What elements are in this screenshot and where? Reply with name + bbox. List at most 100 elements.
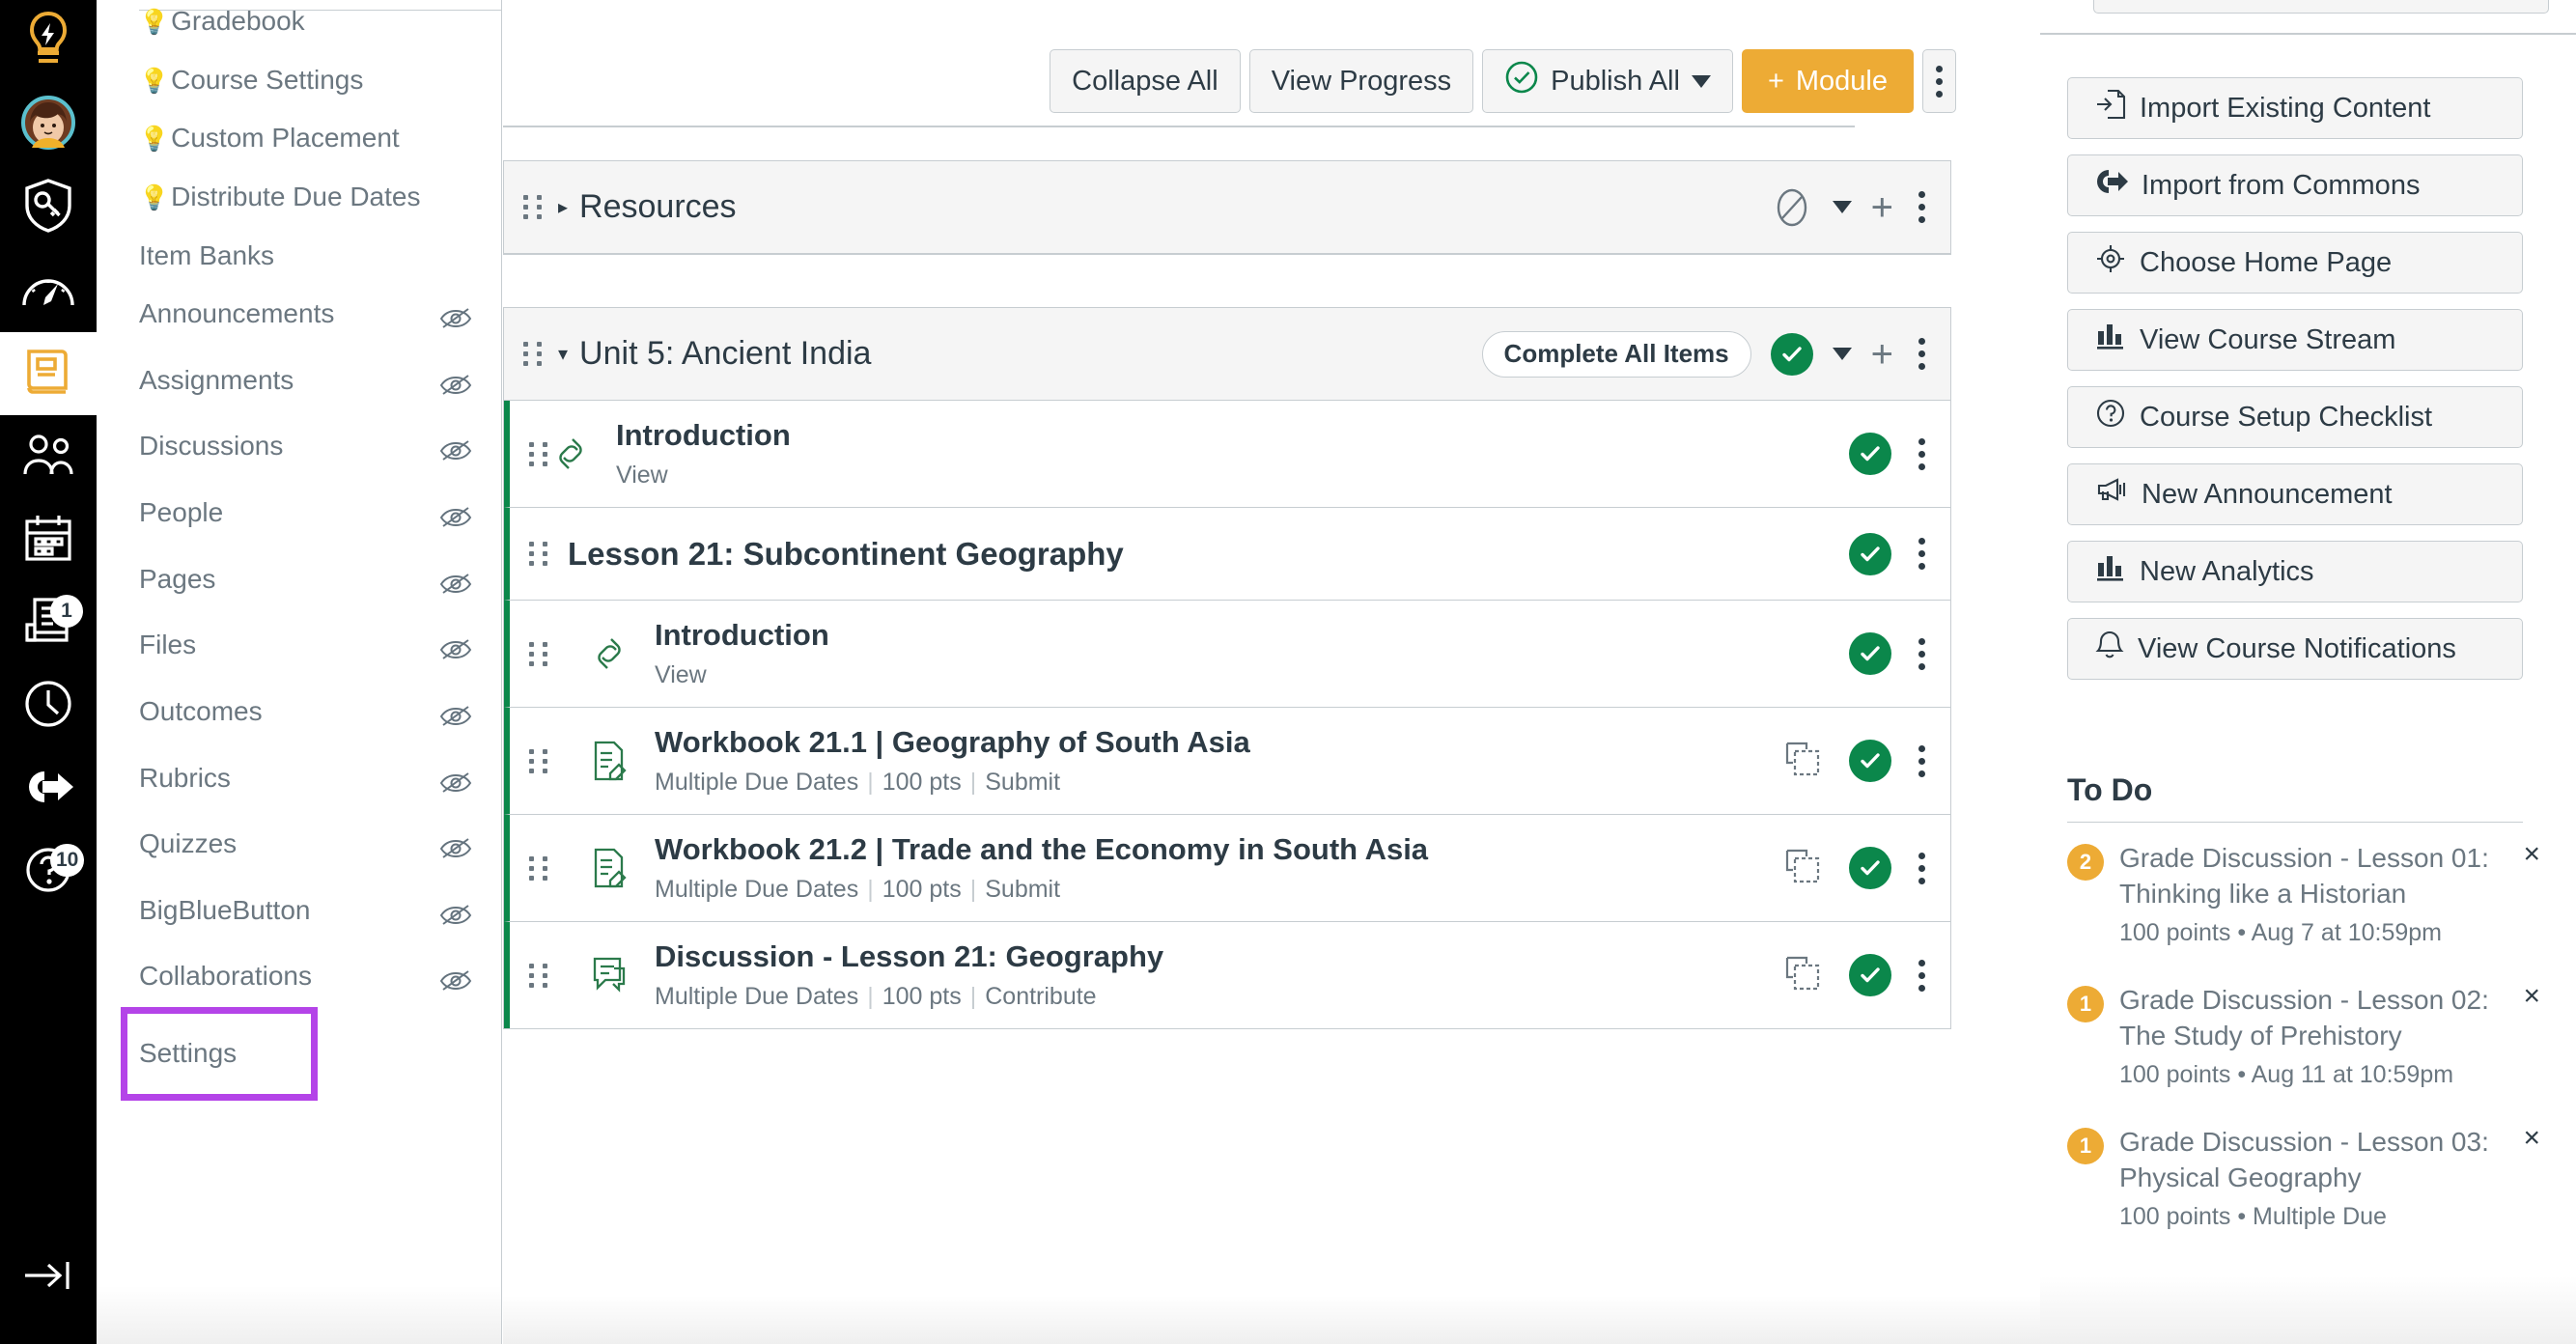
global-nav-item-courses[interactable] xyxy=(0,332,97,415)
view-course-stream-button[interactable]: View Course Stream xyxy=(2067,309,2523,371)
item-kebab-icon[interactable] xyxy=(1918,437,1925,470)
duplicate-icon[interactable] xyxy=(1783,847,1822,890)
duplicate-icon[interactable] xyxy=(1783,954,1822,997)
item-kebab-icon[interactable] xyxy=(1918,959,1925,992)
chevron-down-icon[interactable] xyxy=(1832,348,1852,360)
course-nav-item-outcomes[interactable]: Outcomes xyxy=(97,683,501,749)
duplicate-icon[interactable] xyxy=(1783,740,1822,783)
sidebar-button-partial[interactable] xyxy=(2093,0,2549,14)
course-nav-item-pages[interactable]: Pages xyxy=(97,550,501,617)
module-header[interactable]: ▸ Resources + xyxy=(504,161,1950,254)
module-item-row[interactable]: Discussion - Lesson 21: Geography Multip… xyxy=(504,922,1950,1028)
course-nav-item-quizzes[interactable]: Quizzes xyxy=(97,815,501,882)
publish-check-icon[interactable] xyxy=(1770,332,1813,376)
course-nav-item-discussions[interactable]: Discussions xyxy=(97,417,501,484)
dismiss-todo-icon[interactable]: × xyxy=(2523,840,2540,869)
todo-link[interactable]: Grade Discussion - Lesson 02: The Study … xyxy=(2119,982,2496,1053)
publish-check-icon[interactable] xyxy=(1849,740,1891,782)
course-nav-item-course-settings[interactable]: 💡Course Settings xyxy=(97,51,501,110)
module-kebab-icon[interactable] xyxy=(1918,191,1925,223)
bell-icon xyxy=(2095,630,2124,668)
module-item-title[interactable]: Introduction xyxy=(655,618,829,653)
module-item-title[interactable]: Workbook 21.2 | Trade and the Economy in… xyxy=(655,832,1428,867)
course-nav-item-custom-placement[interactable]: 💡Custom Placement xyxy=(97,109,501,168)
todo-link[interactable]: Grade Discussion - Lesson 01: Thinking l… xyxy=(2119,840,2496,911)
dismiss-todo-icon[interactable]: × xyxy=(2523,1123,2540,1153)
import-existing-content-button[interactable]: Import Existing Content xyxy=(2067,77,2523,139)
minimize-global-nav-button[interactable] xyxy=(0,1244,97,1311)
publish-check-icon[interactable] xyxy=(1849,847,1891,889)
item-kebab-icon[interactable] xyxy=(1918,744,1925,777)
drag-handle-icon[interactable] xyxy=(525,641,550,666)
drag-handle-icon[interactable] xyxy=(519,195,545,219)
course-setup-checklist-button[interactable]: Course Setup Checklist xyxy=(2067,386,2523,448)
dismiss-todo-icon[interactable]: × xyxy=(2523,981,2540,1011)
global-nav-item-groups[interactable] xyxy=(0,415,97,498)
module-kebab-icon[interactable] xyxy=(1918,338,1925,370)
chevron-right-icon[interactable]: ▸ xyxy=(558,195,568,219)
drag-handle-icon[interactable] xyxy=(525,542,550,566)
add-item-plus-icon[interactable]: + xyxy=(1871,335,1893,374)
course-nav-item-distribute-due-dates[interactable]: 💡Distribute Due Dates xyxy=(97,168,501,227)
global-nav-item-help[interactable]: 10 xyxy=(0,830,97,913)
item-kebab-icon[interactable] xyxy=(1918,637,1925,670)
global-nav-item-admin[interactable] xyxy=(0,166,97,249)
modules-options-button[interactable] xyxy=(1922,49,1956,113)
course-nav-item-rubrics[interactable]: Rubrics xyxy=(97,749,501,816)
todo-link[interactable]: Grade Discussion - Lesson 03: Physical G… xyxy=(2119,1124,2496,1195)
module-item-title[interactable]: Introduction xyxy=(616,418,791,453)
module-item-row[interactable]: Introduction View xyxy=(504,401,1950,508)
chevron-down-icon[interactable] xyxy=(1832,201,1852,213)
todo-list-item: 2 Grade Discussion - Lesson 01: Thinking… xyxy=(2067,840,2540,949)
view-progress-button[interactable]: View Progress xyxy=(1248,49,1474,113)
module-item-row[interactable]: Introduction View xyxy=(504,601,1950,708)
drag-handle-icon[interactable] xyxy=(525,855,550,881)
global-nav-item-account[interactable] xyxy=(0,83,97,166)
course-nav-item-files[interactable]: Files xyxy=(97,616,501,683)
global-nav-item-commons[interactable] xyxy=(0,747,97,830)
course-nav-item-assignments[interactable]: Assignments xyxy=(97,351,501,418)
course-nav-item-bigbluebutton[interactable]: BigBlueButton xyxy=(97,882,501,948)
publish-check-icon[interactable] xyxy=(1849,532,1891,575)
module-item-title[interactable]: Workbook 21.1 | Geography of South Asia xyxy=(655,725,1250,760)
drag-handle-icon[interactable] xyxy=(525,748,550,773)
module-item-title[interactable]: Discussion - Lesson 21: Geography xyxy=(655,939,1163,974)
publish-all-button[interactable]: Publish All xyxy=(1482,49,1733,113)
course-nav-item-people[interactable]: People xyxy=(97,484,501,550)
view-course-notifications-button[interactable]: View Course Notifications xyxy=(2067,618,2523,680)
course-nav-item-item-banks[interactable]: Item Banks xyxy=(97,227,501,286)
add-item-plus-icon[interactable]: + xyxy=(1871,188,1893,227)
chevron-down-icon[interactable]: ▾ xyxy=(558,342,568,366)
module-item-row[interactable]: Lesson 21: Subcontinent Geography xyxy=(504,508,1950,601)
global-nav-item-inbox[interactable]: 1 xyxy=(0,581,97,664)
item-kebab-icon[interactable] xyxy=(1918,538,1925,570)
eye-slash-icon xyxy=(439,502,472,540)
shield-key-icon xyxy=(22,178,74,238)
global-nav-item-lightbulb[interactable] xyxy=(0,0,97,83)
collapse-all-button[interactable]: Collapse All xyxy=(1050,49,1241,113)
drag-handle-icon[interactable] xyxy=(525,441,550,466)
global-nav-item-dashboard[interactable] xyxy=(0,249,97,332)
drag-handle-icon[interactable] xyxy=(519,342,545,366)
publish-check-icon[interactable] xyxy=(1849,632,1891,675)
course-nav-item-settings[interactable]: Settings xyxy=(121,1007,318,1101)
import-from-commons-button[interactable]: Import from Commons xyxy=(2067,154,2523,216)
global-nav-item-calendar[interactable] xyxy=(0,498,97,581)
course-nav-list: 💡Gradebook 💡Course Settings 💡Custom Plac… xyxy=(97,0,501,1101)
publish-check-icon[interactable] xyxy=(1849,954,1891,996)
course-nav-item-gradebook[interactable]: 💡Gradebook xyxy=(97,0,501,51)
choose-home-page-button[interactable]: Choose Home Page xyxy=(2067,232,2523,294)
item-kebab-icon[interactable] xyxy=(1918,852,1925,884)
add-module-button[interactable]: + Module xyxy=(1741,49,1914,113)
unpublish-circle-icon[interactable] xyxy=(1771,186,1813,229)
course-nav-item-collaborations[interactable]: Collaborations xyxy=(97,947,501,1014)
module-header[interactable]: ▾ Unit 5: Ancient India Complete All Ite… xyxy=(504,308,1950,401)
module-item-row[interactable]: Workbook 21.2 | Trade and the Economy in… xyxy=(504,815,1950,922)
course-nav-item-announcements[interactable]: Announcements xyxy=(97,285,501,351)
new-announcement-button[interactable]: New Announcement xyxy=(2067,463,2523,525)
module-item-row[interactable]: Workbook 21.1 | Geography of South Asia … xyxy=(504,708,1950,815)
new-analytics-button[interactable]: New Analytics xyxy=(2067,541,2523,602)
publish-check-icon[interactable] xyxy=(1849,433,1891,475)
global-nav-item-history[interactable] xyxy=(0,664,97,747)
drag-handle-icon[interactable] xyxy=(525,963,550,988)
